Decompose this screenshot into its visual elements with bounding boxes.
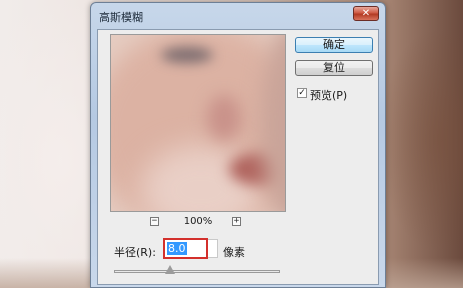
preview-checkbox-label: 预览(P) bbox=[310, 89, 348, 102]
radius-label: 半径(R): bbox=[114, 246, 156, 259]
close-button[interactable]: ✕ bbox=[353, 6, 379, 21]
radius-input-extension bbox=[208, 239, 218, 258]
preview-eye bbox=[161, 47, 213, 63]
reset-button[interactable]: 复位 bbox=[295, 60, 373, 76]
gaussian-blur-dialog: 高斯模糊 ✕ − 100% + 确定 复位 ✓ 预览(P) 半径(R): 8.0… bbox=[90, 2, 386, 288]
preview-checkbox[interactable]: ✓ bbox=[297, 88, 307, 98]
dialog-title: 高斯模糊 bbox=[99, 11, 143, 24]
title-bar[interactable]: 高斯模糊 ✕ bbox=[91, 3, 385, 29]
zoom-level: 100% bbox=[183, 216, 213, 227]
radius-value: 8.0 bbox=[167, 242, 187, 255]
radius-slider-thumb[interactable] bbox=[165, 265, 176, 274]
ok-button[interactable]: 确定 bbox=[295, 37, 373, 53]
radius-input[interactable]: 8.0 bbox=[163, 238, 208, 259]
preview-image[interactable] bbox=[110, 34, 286, 212]
radius-slider-track[interactable] bbox=[114, 270, 280, 273]
zoom-out-button[interactable]: − bbox=[150, 217, 159, 226]
zoom-in-button[interactable]: + bbox=[232, 217, 241, 226]
radius-unit: 像素 bbox=[223, 246, 245, 259]
dialog-body: − 100% + 确定 复位 ✓ 预览(P) 半径(R): 8.0 像素 bbox=[97, 29, 379, 285]
zoom-controls: − 100% + bbox=[110, 216, 286, 230]
preview-nose bbox=[207, 95, 241, 141]
